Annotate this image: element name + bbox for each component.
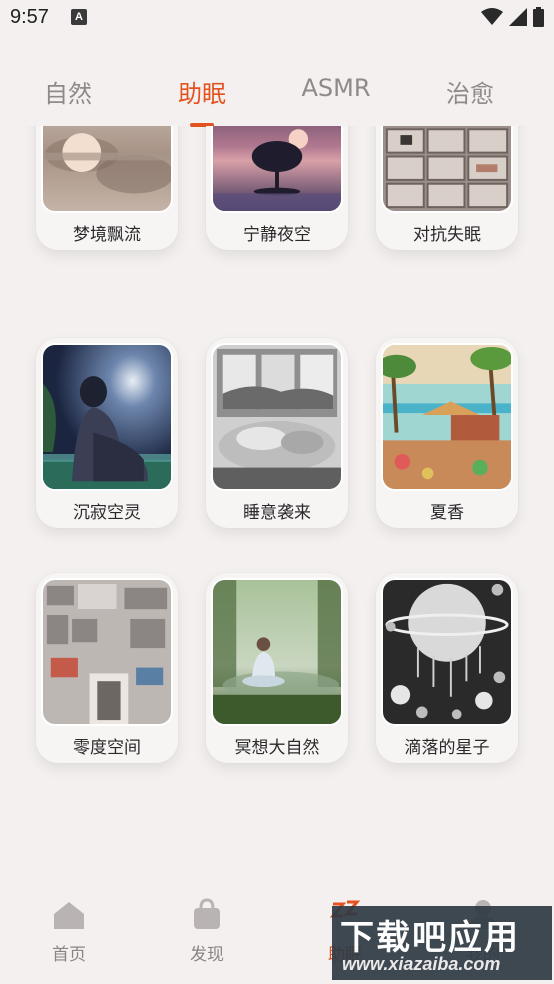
status-bar: 9:57 A bbox=[0, 0, 554, 36]
sound-card-title: 沉寂空灵 bbox=[73, 503, 141, 523]
sound-card-title: 睡意袭来 bbox=[243, 503, 311, 523]
bag-icon bbox=[194, 898, 220, 929]
nav-home-label: 首页 bbox=[52, 945, 86, 965]
sound-card-title: 零度空间 bbox=[73, 738, 141, 758]
sound-card[interactable]: 梦境飘流 bbox=[36, 126, 178, 250]
wifi-icon bbox=[481, 8, 503, 25]
sound-card-title: 宁静夜空 bbox=[243, 225, 311, 245]
sound-grid: 梦境飘流 宁静夜空 对抗失眠 沉寂空灵 睡意袭来 夏香 零度空间 冥想大自然 滴… bbox=[0, 126, 554, 826]
home-icon bbox=[54, 902, 84, 929]
watermark: 下载吧应用 www.xiazaiba.com bbox=[332, 906, 552, 980]
sound-card-image bbox=[381, 578, 513, 726]
sound-card[interactable]: 睡意袭来 bbox=[206, 338, 348, 528]
sound-card-title: 对抗失眠 bbox=[413, 225, 481, 245]
nav-discover-label: 发现 bbox=[190, 945, 224, 965]
sound-card-image bbox=[41, 126, 173, 213]
tab-sleep[interactable]: 助眠 bbox=[178, 74, 226, 109]
sound-card-title: 冥想大自然 bbox=[234, 738, 320, 758]
sound-card-image bbox=[41, 578, 173, 726]
tab-asmr[interactable]: ASMR bbox=[301, 74, 370, 102]
system-icons bbox=[481, 7, 544, 27]
sound-card[interactable]: 滴落的星子 bbox=[376, 573, 518, 763]
battery-icon bbox=[533, 7, 544, 27]
sound-card-image bbox=[381, 343, 513, 491]
sound-card[interactable]: 夏香 bbox=[376, 338, 518, 528]
sound-card-image bbox=[211, 343, 343, 491]
sound-card-image bbox=[381, 126, 513, 213]
sound-card-title: 滴落的星子 bbox=[404, 738, 490, 758]
sound-card-image bbox=[211, 578, 343, 726]
notification-icon: A bbox=[71, 9, 87, 25]
sound-card[interactable]: 宁静夜空 bbox=[206, 126, 348, 250]
sound-card-title: 夏香 bbox=[430, 503, 464, 523]
sound-card[interactable]: 零度空间 bbox=[36, 573, 178, 763]
sound-card[interactable]: 对抗失眠 bbox=[376, 126, 518, 250]
tab-nature[interactable]: 自然 bbox=[44, 74, 92, 109]
status-time: 9:57 bbox=[10, 6, 49, 28]
sound-card-image bbox=[41, 343, 173, 491]
tab-healing[interactable]: 治愈 bbox=[446, 74, 494, 109]
watermark-url: www.xiazaiba.com bbox=[342, 954, 501, 974]
signal-icon bbox=[509, 8, 527, 26]
sound-card-image bbox=[211, 126, 343, 213]
watermark-title: 下载吧应用 bbox=[340, 918, 520, 958]
sound-card[interactable]: 冥想大自然 bbox=[206, 573, 348, 763]
nav-discover[interactable]: 发现 bbox=[167, 890, 247, 965]
sound-card[interactable]: 沉寂空灵 bbox=[36, 338, 178, 528]
sound-card-title: 梦境飘流 bbox=[73, 225, 141, 245]
nav-home[interactable]: 首页 bbox=[29, 890, 109, 965]
category-tabs: 自然 助眠 ASMR 治愈 bbox=[0, 66, 554, 127]
